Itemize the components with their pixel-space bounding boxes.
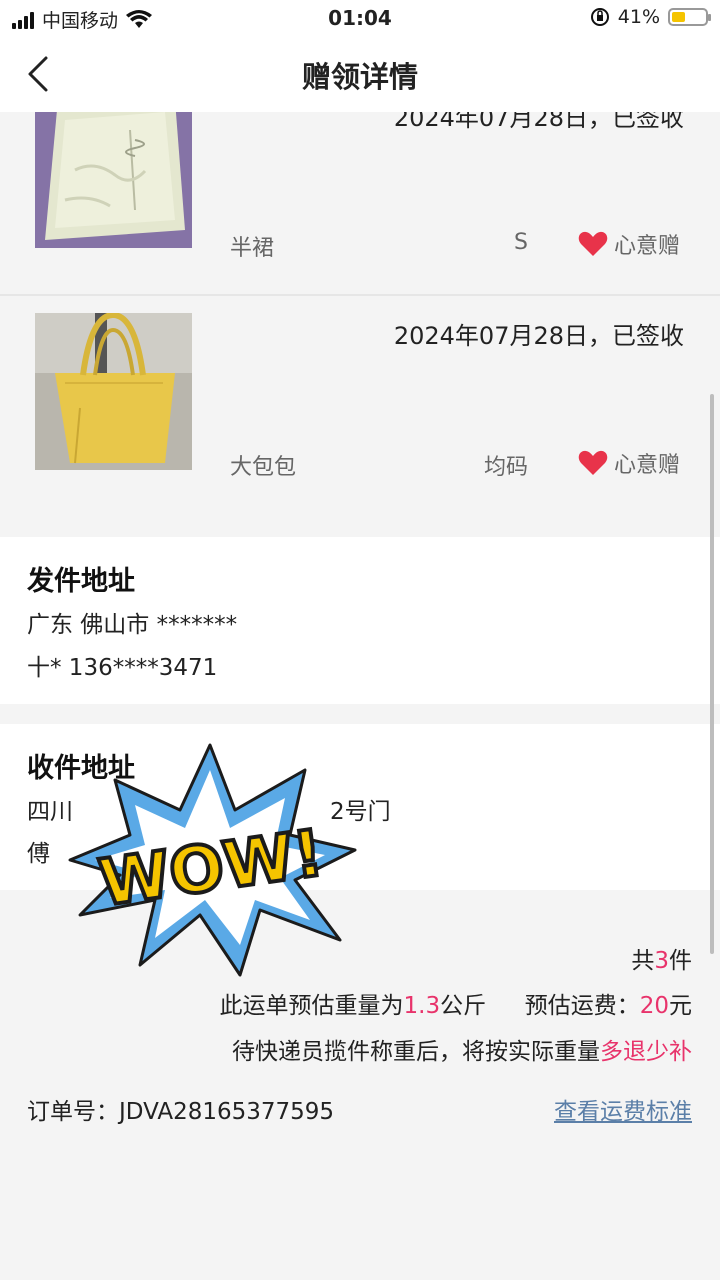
weight-note: 待快递员揽件称重后，将按实际重量多退少补 xyxy=(232,1039,692,1065)
item-size: S xyxy=(514,230,528,255)
scrollbar[interactable] xyxy=(710,394,714,954)
gift-tag: 心意赠 xyxy=(578,447,680,479)
sender-title: 发件地址 xyxy=(27,566,135,597)
sender-address: 广东 佛山市 ******* xyxy=(27,612,238,638)
item-size: 均码 xyxy=(484,455,529,480)
gift-tag-label: 心意赠 xyxy=(613,234,680,259)
weight-and-fee: 此运单预估重量为1.3公斤 预估运费：20元 xyxy=(219,993,692,1019)
gift-tag: 心意赠 xyxy=(578,228,680,260)
receiver-name: 傅 xyxy=(27,841,50,867)
status-bar: 中国移动 01:04 41% xyxy=(0,0,720,38)
total-count: 共3件 xyxy=(631,948,692,974)
rotation-lock-icon xyxy=(590,8,609,26)
page-title: 赠领详情 xyxy=(301,60,418,94)
bag-image xyxy=(35,313,192,470)
heart-icon xyxy=(578,231,608,256)
item-name: 大包包 xyxy=(230,455,297,480)
battery-percent: 41% xyxy=(617,6,660,28)
gift-tag-label: 心意赠 xyxy=(613,453,680,478)
item-date-status: 2024年07月28日，已签收 xyxy=(393,322,684,350)
list-item[interactable]: 2024年07月28日，已签收 大包包 均码 心意赠 xyxy=(0,296,720,508)
nav-bar: 赠领详情 xyxy=(0,38,720,112)
battery-icon xyxy=(668,8,711,26)
heart-icon xyxy=(578,450,608,475)
skirt-image xyxy=(35,90,192,248)
sender-address-card: 发件地址 广东 佛山市 ******* 十* 136****3471 xyxy=(0,537,720,704)
item-name: 半裙 xyxy=(230,236,275,261)
order-number: 订单号：JDVA28165377595 xyxy=(27,1099,335,1125)
fee-standard-link[interactable]: 查看运费标准 xyxy=(554,1092,692,1126)
wow-sticker: WOW! xyxy=(60,740,360,980)
sender-contact: 十* 136****3471 xyxy=(27,655,218,681)
